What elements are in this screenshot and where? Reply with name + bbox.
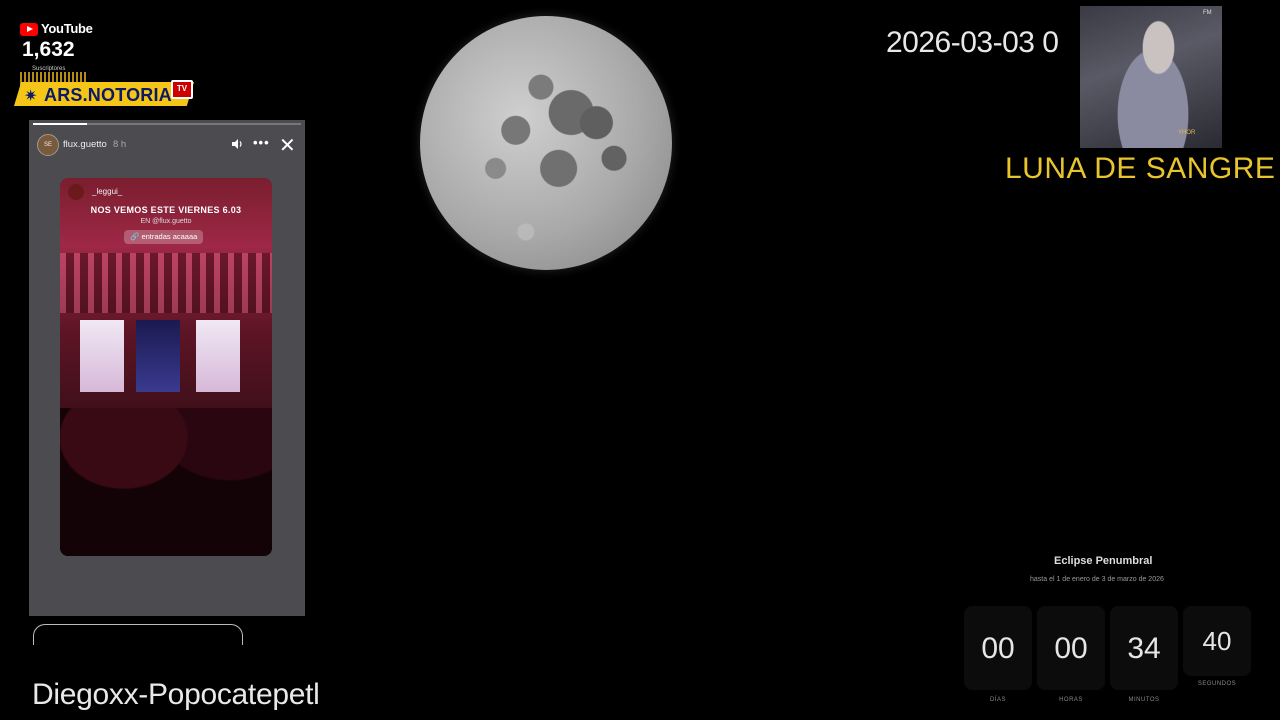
datetime-text: 2026-03-03 0 bbox=[886, 26, 1059, 59]
more-options-icon[interactable]: ••• bbox=[253, 135, 270, 150]
channel-logo: YouTube 1,632 Suscriptores bbox=[18, 20, 93, 86]
channel-name: ARS.NOTORIA bbox=[44, 85, 172, 105]
full-moon-image bbox=[420, 16, 672, 270]
story-progress-bar bbox=[33, 123, 301, 125]
stage-screen bbox=[196, 320, 240, 392]
cam-badge: FM bbox=[1203, 10, 1212, 16]
countdown-minutes: 34 bbox=[1110, 606, 1178, 690]
luna-title: LUNA DE SANGRE bbox=[1005, 152, 1276, 185]
story-progress-fill bbox=[33, 123, 87, 125]
minutes-value: 34 bbox=[1127, 632, 1161, 665]
hours-value: 00 bbox=[1054, 632, 1088, 665]
streamer-figure bbox=[1098, 14, 1208, 148]
eagle-icon: ✷ bbox=[24, 88, 38, 105]
minutes-label: MINUTOS bbox=[1128, 697, 1160, 703]
days-value: 00 bbox=[981, 632, 1015, 665]
streamer-watermark: Diegoxx-Popocatepetl bbox=[32, 678, 320, 711]
tv-badge: TV bbox=[171, 80, 193, 99]
hours-label: HORAS bbox=[1059, 697, 1083, 703]
webcam-feed bbox=[1080, 6, 1222, 148]
story-avatar[interactable]: SE bbox=[37, 134, 59, 156]
eclipse-range: hasta el 1 de enero de 3 de marzo de 202… bbox=[1030, 576, 1164, 583]
media-author: _leggui_ bbox=[92, 187, 123, 196]
stage-screen bbox=[80, 320, 124, 392]
close-icon[interactable]: ✕ bbox=[279, 133, 296, 158]
speaker-icon[interactable] bbox=[231, 138, 243, 150]
story-panel: SE flux.guetto 8 h ••• ✕ _leggui_ NOS VE… bbox=[29, 120, 305, 616]
media-subtitle: EN @flux.guetto bbox=[140, 218, 192, 225]
media-title: NOS VEMOS ESTE VIERNES 6.03 bbox=[90, 205, 242, 215]
seconds-value: 40 bbox=[1202, 626, 1232, 656]
media-author-avatar bbox=[68, 184, 84, 200]
stage-lights bbox=[60, 253, 272, 313]
crowd-silhouette bbox=[60, 408, 272, 556]
tickets-link-text: entradas acaaaa bbox=[141, 232, 198, 241]
seconds-label: SEGUNDOS bbox=[1197, 681, 1237, 687]
youtube-play-icon bbox=[20, 23, 38, 36]
countdown-hours: 00 bbox=[1037, 606, 1105, 690]
story-time-ago: 8 h bbox=[113, 139, 127, 150]
countdown-days: 00 bbox=[964, 606, 1032, 690]
eclipse-title: Eclipse Penumbral bbox=[1054, 555, 1153, 567]
countdown-seconds: 40 bbox=[1183, 606, 1251, 676]
story-media[interactable]: _leggui_ NOS VEMOS ESTE VIERNES 6.03 EN … bbox=[60, 178, 272, 556]
story-username[interactable]: flux.guetto bbox=[63, 139, 107, 150]
cam-tag: YHOR bbox=[1178, 130, 1196, 136]
tickets-link-sticker[interactable]: 🔗 entradas acaaaa bbox=[124, 230, 204, 244]
reply-input[interactable] bbox=[33, 624, 243, 645]
stage-screen bbox=[136, 320, 180, 392]
days-label: DÍAS bbox=[989, 697, 1006, 703]
subscriber-count: 1,632 bbox=[22, 38, 75, 61]
youtube-wordmark: YouTube bbox=[41, 21, 93, 36]
